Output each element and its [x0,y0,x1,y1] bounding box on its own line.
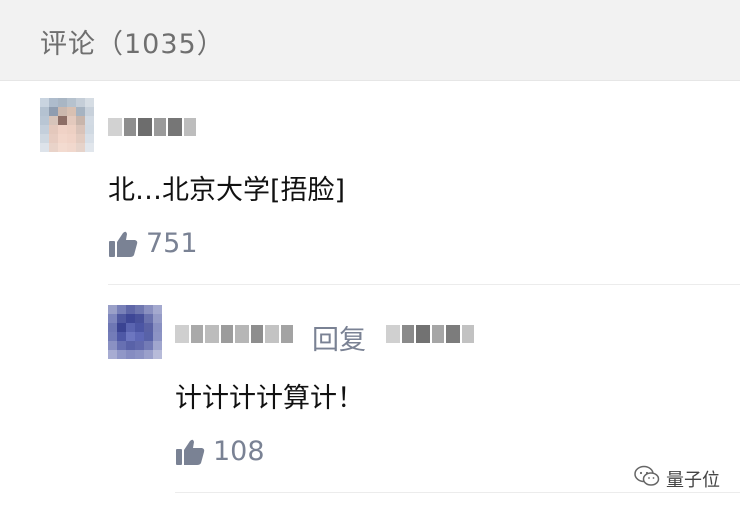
comment-text: 北…北京大学[捂脸] [108,175,346,206]
like-count: 751 [146,228,198,259]
blurred-reply-target-username[interactable] [386,325,474,343]
watermark-text: 量子位 [666,469,720,491]
thumbs-up-icon [108,230,138,258]
blurred-username[interactable] [175,325,293,343]
reply-label: 回复 [312,325,366,356]
like-button[interactable]: 751 [108,228,198,259]
blurred-username[interactable] [108,118,196,136]
comments-count-title: 评论（1035） [40,29,225,60]
avatar[interactable] [108,305,162,359]
thumbs-up-icon [175,438,205,466]
divider [108,284,740,285]
like-count: 108 [213,436,265,467]
watermark: 量子位 [634,465,720,492]
divider [175,492,740,493]
reply-text: 计计计计算计！ [175,383,364,414]
avatar[interactable] [40,98,94,152]
wechat-logo-icon [634,465,666,492]
like-button[interactable]: 108 [175,436,265,467]
comments-header: 评论（1035） [0,0,740,81]
